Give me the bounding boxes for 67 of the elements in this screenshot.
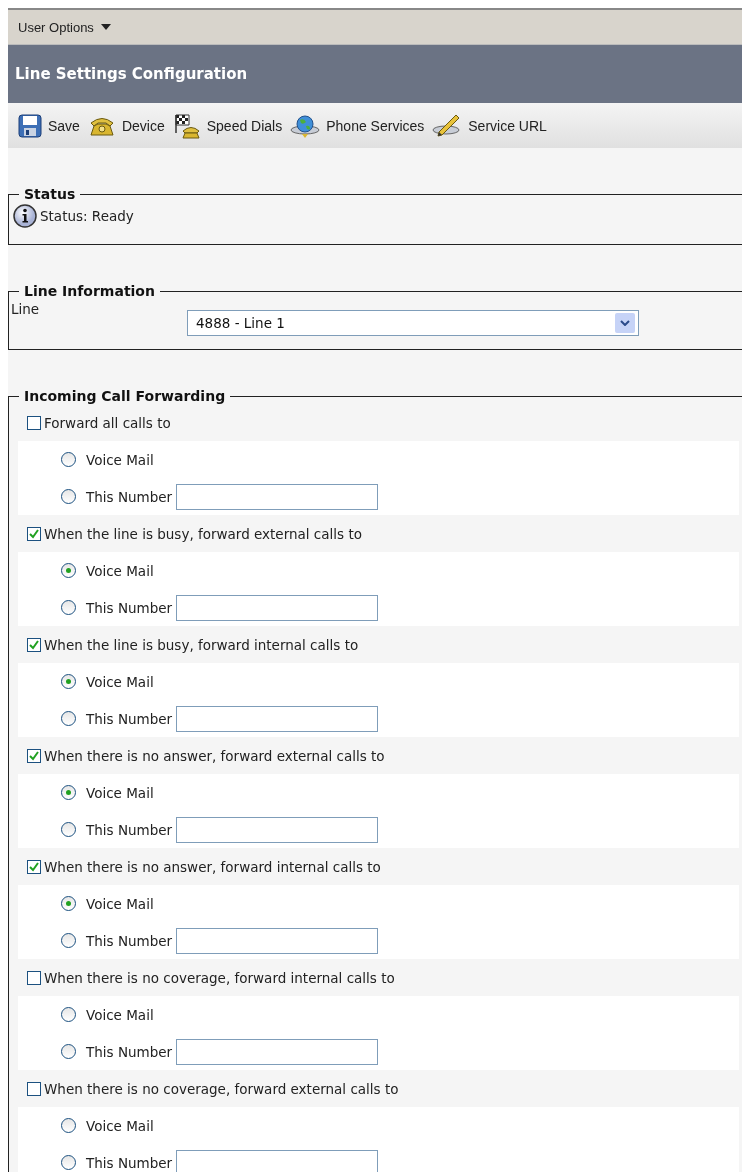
info-icon	[13, 204, 37, 228]
radio-label: Voice Mail	[86, 1117, 154, 1134]
checkbox[interactable]	[27, 526, 41, 541]
section-legend: Incoming Call Forwarding	[19, 388, 231, 404]
checkbox[interactable]	[27, 859, 41, 874]
radio-label: This Number	[86, 821, 173, 838]
radio-label: This Number	[86, 710, 173, 727]
field-label: Line	[11, 301, 41, 317]
radio-label: This Number	[86, 1154, 173, 1171]
radio-button[interactable]	[61, 563, 76, 578]
radio-button[interactable]	[61, 711, 76, 726]
checkbox-label: Forward all calls to	[44, 414, 171, 431]
pencil-icon	[432, 112, 463, 139]
checkbox-label: When there is no coverage, forward external calls to	[44, 1080, 399, 1097]
radio-button[interactable]	[61, 1044, 76, 1059]
radio-button[interactable]	[61, 489, 76, 504]
checkbox-label: When there is no answer, forward external calls to	[44, 747, 385, 764]
radio-label: Voice Mail	[86, 562, 154, 579]
radio-label: Voice Mail	[86, 673, 154, 690]
section-legend: Status	[19, 186, 81, 202]
number-input-field[interactable]	[176, 594, 379, 621]
radio-button[interactable]	[61, 1155, 76, 1170]
number-input-field[interactable]	[176, 705, 379, 732]
number-input-field[interactable]	[176, 1149, 379, 1172]
number-input-field[interactable]	[176, 927, 379, 954]
number-input-field[interactable]	[176, 816, 379, 843]
page-title: Line Settings Configuration	[15, 65, 248, 83]
checkbox[interactable]	[27, 970, 41, 985]
checkbox[interactable]	[27, 415, 41, 430]
radio-label: Voice Mail	[86, 1006, 154, 1023]
number-input-field[interactable]	[176, 483, 379, 510]
radio-label: Voice Mail	[86, 784, 154, 801]
radio-button[interactable]	[61, 1007, 76, 1022]
status-message: Status: Ready	[40, 208, 134, 224]
globe-icon	[290, 112, 321, 139]
radio-label: Voice Mail	[86, 451, 154, 468]
user-options-menu[interactable]: User Options	[18, 19, 111, 35]
radio-button[interactable]	[61, 600, 76, 615]
radio-label: This Number	[86, 932, 173, 949]
checkbox[interactable]	[27, 1081, 41, 1096]
section-legend: Line Information	[19, 283, 160, 299]
line-dropdown[interactable]: 4888 - Line 1	[187, 310, 639, 336]
radio-button[interactable]	[61, 933, 76, 948]
radio-button[interactable]	[61, 1118, 76, 1133]
radio-button[interactable]	[61, 896, 76, 911]
radio-label: This Number	[86, 1043, 173, 1060]
radio-button[interactable]	[61, 674, 76, 689]
flag-and-phone-icon	[172, 112, 201, 139]
toolbar-button[interactable]: Service URL	[432, 112, 547, 139]
checkbox-label: When there is no coverage, forward internal calls to	[44, 969, 395, 986]
checkbox-label: When the line is busy, forward external calls to	[44, 525, 362, 542]
toolbar-button[interactable]: Device	[87, 113, 165, 138]
checkbox-label: When there is no answer, forward internal calls to	[44, 858, 381, 875]
caret-icon	[100, 24, 111, 30]
checkbox[interactable]	[27, 637, 41, 652]
number-input-field[interactable]	[176, 1038, 379, 1065]
toolbar-button[interactable]: Speed Dials	[172, 112, 283, 139]
radio-button[interactable]	[61, 452, 76, 467]
radio-button[interactable]	[61, 822, 76, 837]
toolbar-button[interactable]: Save	[18, 113, 80, 138]
checkbox[interactable]	[27, 748, 41, 763]
radio-label: This Number	[86, 599, 173, 616]
radio-label: This Number	[86, 488, 173, 505]
checkbox-label: When the line is busy, forward internal calls to	[44, 636, 359, 653]
radio-button[interactable]	[61, 785, 76, 800]
radio-label: Voice Mail	[86, 895, 154, 912]
toolbar-button[interactable]: Phone Services	[290, 112, 425, 139]
